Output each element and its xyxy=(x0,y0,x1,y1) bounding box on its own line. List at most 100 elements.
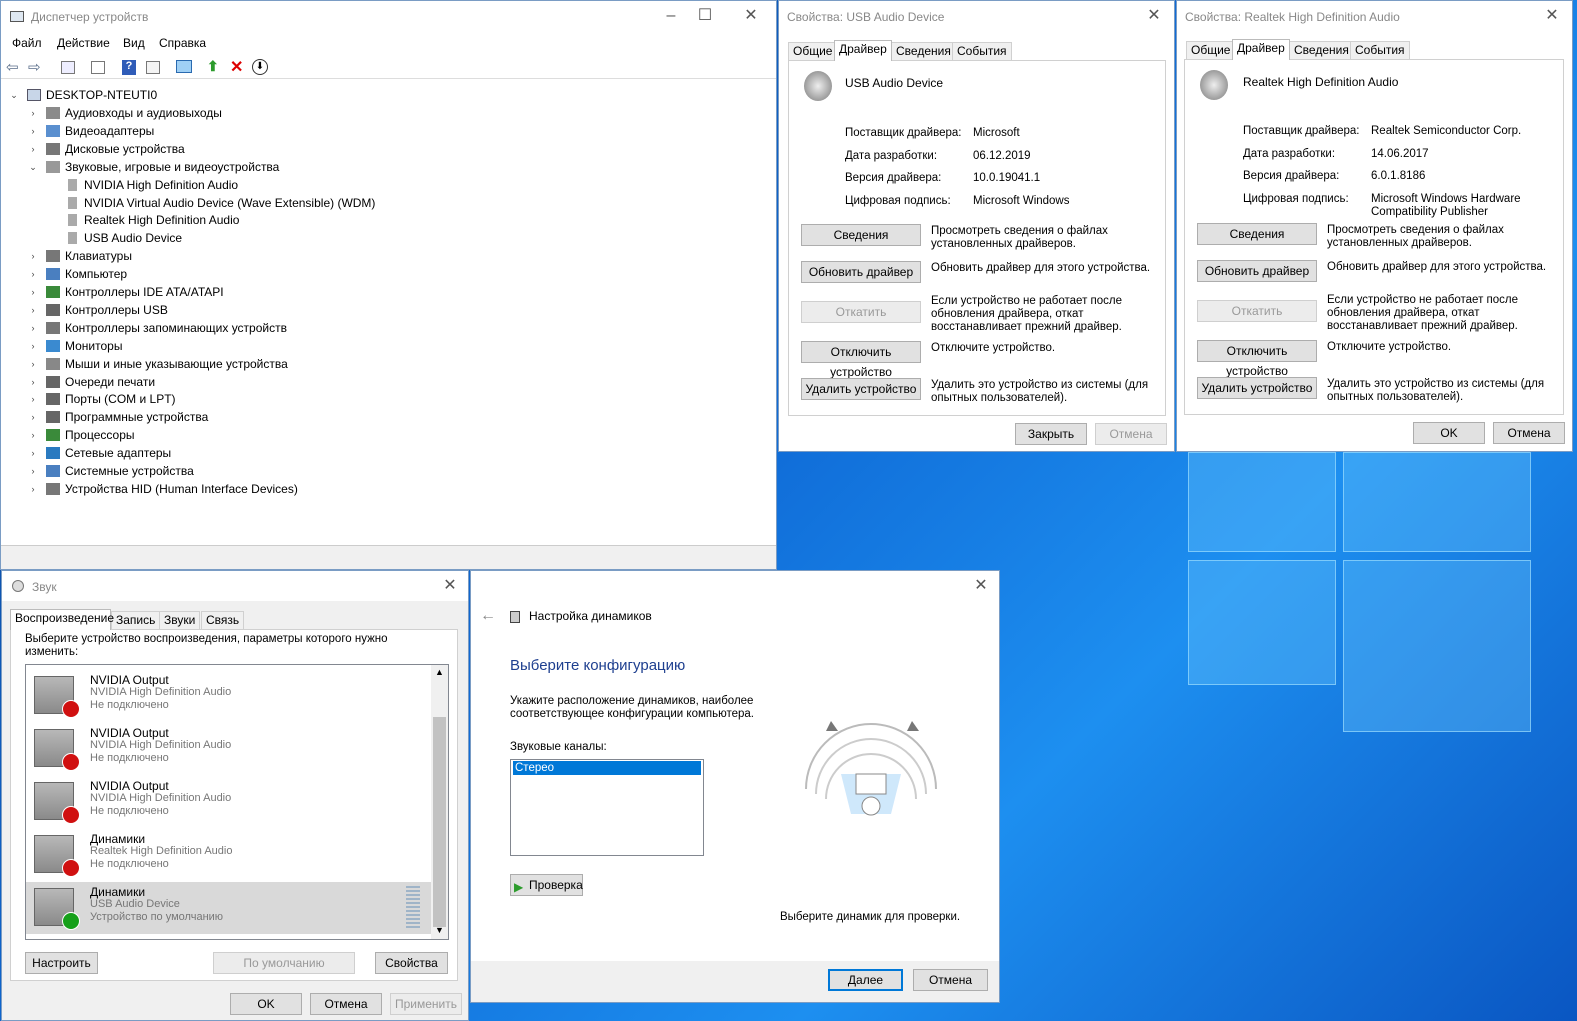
cancel-button[interactable]: Отмена xyxy=(310,993,382,1015)
properties-button[interactable]: Свойства xyxy=(375,952,448,974)
action-button[interactable]: Удалить устройство xyxy=(801,378,921,400)
menu-action[interactable]: Действие xyxy=(57,36,110,50)
scroll-thumb[interactable] xyxy=(433,717,446,927)
tab-sounds[interactable]: Звуки xyxy=(159,611,201,629)
expand-icon[interactable]: › xyxy=(28,247,38,265)
cancel-button[interactable]: Отмена xyxy=(1095,423,1167,445)
action-button[interactable]: Удалить устройство xyxy=(1197,377,1317,399)
tree-item-label: Дисковые устройства xyxy=(65,141,185,156)
tab-communications[interactable]: Связь xyxy=(201,611,245,629)
collapse-icon[interactable]: ⌄ xyxy=(28,158,38,176)
apply-button[interactable]: Применить xyxy=(390,993,462,1015)
tree-item-label: Компьютер xyxy=(65,267,128,282)
forward-icon[interactable]: ⇨ xyxy=(28,58,41,76)
device-tree: ⌄ DESKTOP-NTEUTI0 › Аудиовходы и аудиовых… xyxy=(1,85,776,545)
property-label: Поставщик драйвера: xyxy=(845,127,962,139)
properties-icon[interactable] xyxy=(61,61,75,74)
tab-general[interactable]: Общие xyxy=(1186,41,1236,59)
action-button[interactable]: Обновить драйвер xyxy=(1197,260,1317,282)
tab-recording[interactable]: Запись xyxy=(111,611,161,629)
monitor-icon[interactable] xyxy=(176,60,192,73)
expand-icon[interactable]: › xyxy=(28,122,38,140)
scroll-up-icon[interactable]: ▲ xyxy=(435,667,444,677)
channel-option[interactable]: Стерео xyxy=(513,761,701,775)
uninstall-icon[interactable]: ✕ xyxy=(230,57,243,77)
ok-button[interactable]: OK xyxy=(1413,422,1485,444)
tab-driver[interactable]: Драйвер xyxy=(834,40,892,61)
set-default-button[interactable]: По умолчанию xyxy=(213,952,355,974)
maximize-button[interactable]: ☐ xyxy=(690,1,720,31)
close-button[interactable]: ✕ xyxy=(736,1,766,31)
expand-icon[interactable]: › xyxy=(28,444,38,462)
expand-icon[interactable]: › xyxy=(28,480,38,498)
tree-item-label: Сетевые адаптеры xyxy=(65,446,172,461)
menu-help[interactable]: Справка xyxy=(159,36,206,50)
tab-playback[interactable]: Воспроизведение xyxy=(10,609,114,630)
configure-button[interactable]: Настроить xyxy=(25,952,98,974)
speaker-layout-diagram xyxy=(805,721,937,816)
tab-driver[interactable]: Драйвер xyxy=(1232,39,1290,60)
playback-device[interactable]: Динамики USB Audio Device Устройство по ум… xyxy=(26,882,431,934)
action-button[interactable]: Отключить устройство xyxy=(801,341,921,379)
minimize-button[interactable]: – xyxy=(656,1,686,31)
tree-item-label: Мониторы xyxy=(65,338,123,353)
action-button[interactable]: Откатить xyxy=(1197,300,1317,322)
expand-icon[interactable]: › xyxy=(28,373,38,391)
expand-icon[interactable]: › xyxy=(28,265,38,283)
close-button[interactable]: ✕ xyxy=(1139,1,1169,31)
view-icon[interactable] xyxy=(146,61,160,74)
wizard-title: Настройка динамиков xyxy=(529,609,652,623)
next-button[interactable]: Далее xyxy=(828,969,903,991)
playback-device[interactable]: NVIDIA Output NVIDIA High Definition Audi… xyxy=(26,670,428,722)
expand-icon[interactable]: › xyxy=(28,319,38,337)
action-button[interactable]: Обновить драйвер xyxy=(801,261,921,283)
category-icon xyxy=(46,160,60,173)
wizard-footer: Далее Отмена xyxy=(471,961,999,1002)
expand-icon[interactable]: › xyxy=(28,462,38,480)
back-icon[interactable]: ⇦ xyxy=(6,58,19,76)
close-dialog-button[interactable]: Закрыть xyxy=(1015,423,1087,445)
scrollbar[interactable]: ▲ ▼ xyxy=(431,665,448,939)
action-button[interactable]: Откатить xyxy=(801,301,921,323)
tab-events[interactable]: События xyxy=(952,42,1012,60)
tab-general[interactable]: Общие xyxy=(788,42,838,60)
expand-icon[interactable]: › xyxy=(28,140,38,158)
close-button[interactable]: ✕ xyxy=(435,571,465,601)
close-button[interactable]: ✕ xyxy=(1537,1,1567,31)
action-button[interactable]: Сведения xyxy=(1197,223,1317,245)
help-icon[interactable]: ? xyxy=(122,60,136,75)
collapse-icon[interactable]: ⌄ xyxy=(9,86,19,104)
scroll-down-icon[interactable]: ▼ xyxy=(435,925,444,935)
download-icon[interactable]: ⬇ xyxy=(252,59,268,75)
category-icon xyxy=(46,393,60,406)
expand-icon[interactable]: › xyxy=(28,390,38,408)
action-button[interactable]: Сведения xyxy=(801,224,921,246)
channels-list[interactable]: Стерео xyxy=(510,759,704,856)
cancel-button[interactable]: Отмена xyxy=(913,969,988,991)
playback-device[interactable]: NVIDIA Output NVIDIA High Definition Audi… xyxy=(26,723,428,775)
expand-icon[interactable]: › xyxy=(28,283,38,301)
tab-details[interactable]: Сведения xyxy=(1289,41,1354,59)
expand-icon[interactable]: › xyxy=(28,426,38,444)
expand-icon[interactable]: › xyxy=(28,337,38,355)
back-arrow-icon[interactable]: ← xyxy=(480,607,496,625)
playback-device[interactable]: Динамики Realtek High Definition Audio Не … xyxy=(26,829,428,881)
tab-events[interactable]: События xyxy=(1350,41,1410,59)
expand-icon[interactable]: › xyxy=(28,301,38,319)
close-button[interactable]: ✕ xyxy=(966,571,996,601)
menu-file[interactable]: Файл xyxy=(12,36,42,50)
update-list-icon[interactable] xyxy=(91,61,105,74)
menu-view[interactable]: Вид xyxy=(123,36,145,50)
add-driver-icon[interactable]: ⬆ xyxy=(207,58,219,75)
expand-icon[interactable]: › xyxy=(28,104,38,122)
playback-device[interactable]: NVIDIA Output NVIDIA High Definition Audi… xyxy=(26,776,428,828)
action-description: Если устройство не работает после обновл… xyxy=(931,295,1123,333)
test-button[interactable]: ▶ Проверка xyxy=(510,874,583,896)
tab-details[interactable]: Сведения xyxy=(891,42,956,60)
expand-icon[interactable]: › xyxy=(28,408,38,426)
expand-icon[interactable]: › xyxy=(28,355,38,373)
ok-button[interactable]: OK xyxy=(230,993,302,1015)
device-name: Динамики xyxy=(90,832,146,846)
action-button[interactable]: Отключить устройство xyxy=(1197,340,1317,378)
cancel-button[interactable]: Отмена xyxy=(1493,422,1565,444)
